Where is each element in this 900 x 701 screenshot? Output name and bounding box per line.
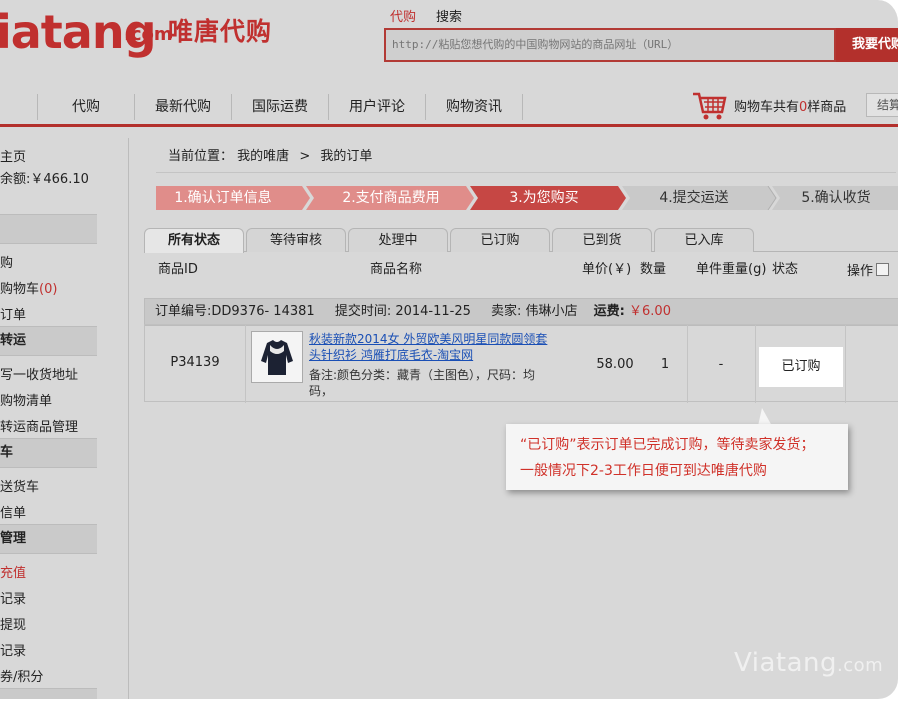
col-header-action: 操作 [847,264,874,279]
nav-underline [0,124,898,127]
cell-separator [245,325,246,403]
tab-ordered[interactable]: 已订购 [450,228,550,252]
sidebar-item-transfer-goods[interactable]: 转运商品管理 [0,416,78,435]
sidebar-item-delivery-car[interactable]: 送货车 [0,476,39,495]
logo-dotcom: .com [124,24,173,45]
order-status: 已订购 [759,347,843,387]
nav-item-latest[interactable]: 最新代购 [135,90,231,124]
product-name-link[interactable]: 秋装新款2014女 外贸欧美风明星同款圆领套头针织衫 鸿雁打底毛衣-淘宝网 [309,331,559,363]
col-header-price: 单价(￥) [582,262,632,277]
breadcrumb-label: 当前位置： [168,149,234,164]
col-header-qty: 数量 [640,262,667,277]
cart-text-suffix: 样商品 [807,100,847,115]
sidebar-item-record[interactable]: 记录 [0,588,26,607]
search-box [384,28,838,62]
search-tab-search[interactable]: 搜索 [436,6,462,25]
watermark-main: Viatang [734,648,837,678]
step-confirm-order: 1.确认订单信息 [174,190,272,206]
watermark: Viatang.com [734,648,883,678]
sidebar-item-recharge[interactable]: 充值 [0,562,26,581]
quantity: 1 [660,357,670,372]
col-header-status: 状态 [772,262,799,277]
nav-item-daigou[interactable]: 代购 [38,90,134,124]
cart-badge: (0) [39,282,58,297]
nav-separator [522,94,523,120]
order-seller[interactable]: 卖家: 伟琳小店 [475,304,578,319]
breadcrumb-my-orders[interactable]: 我的订单 [320,149,372,164]
callout-line-1: “已订购”表示订单已完成订购，等待卖家发货； [520,437,815,453]
sidebar-item-coupons[interactable]: 券/积分 [0,666,43,685]
tab-processing[interactable]: 处理中 [348,228,448,252]
screenshot-frame: iatang .com 唯唐代购 代购 搜索 我要代购 代购 最新代购 国际运费… [0,0,900,701]
search-input[interactable] [386,30,838,58]
search-button[interactable]: 我要代购 [836,28,898,62]
product-thumbnail[interactable] [251,331,303,383]
sidebar-item-buy[interactable]: 购 [0,252,13,271]
sidebar-item-withdraw[interactable]: 提现 [0,614,26,633]
cart-summary: 购物车共有0样商品 [734,96,846,115]
status-callout: “已订购”表示订单已完成订购，等待卖家发货； 一般情况下2-3工作日便可到达唯唐… [506,424,848,490]
nav-item-reviews[interactable]: 用户评论 [329,90,425,124]
col-header-weight: 单件重量(g) [696,262,767,277]
unit-price: 58.00 [596,357,634,372]
sidebar-item-shopping-list[interactable]: 购物清单 [0,390,52,409]
step-confirm-receipt: 5.确认收货 [801,190,871,206]
main-divider [128,138,129,699]
tab-all-status[interactable]: 所有状态 [144,228,244,253]
sidebar: 主页 余额:￥466.10 购 购物车(0) 订单 转运 写一收货地址 购物清单… [0,138,98,699]
col-header-id: 商品ID [158,262,198,277]
order-row: P34139 秋装新款2014女 外贸欧美风明星同款圆领套头针织衫 鸿雁打底毛衣… [144,324,898,403]
order-time: 提交时间: 2014-11-25 [334,304,471,319]
product-id: P34139 [170,355,220,370]
cell-separator [755,325,756,403]
cart-text-prefix: 购物车共有 [734,100,800,115]
sidebar-item-cart-label: 购物车 [0,282,40,297]
nav-item-news[interactable]: 购物资讯 [426,90,522,124]
breadcrumb-separator: > [299,149,311,164]
select-all-checkbox[interactable] [876,263,889,276]
step-purchase: 3.为您购买 [509,190,579,206]
step-pay: 2.支付商品费用 [342,190,440,206]
checkout-button[interactable]: 结算 [866,93,898,117]
sidebar-item-record-2[interactable]: 记录 [0,640,26,659]
order-header: 订单编号:DD9376- 14381 提交时间: 2014-11-25 卖家: … [144,298,898,326]
logo-chinese-name: 唯唐代购 [168,17,273,46]
product-remark: 备注:颜色分类：藏青（主图色），尺码：均码， [309,368,536,398]
shipping-label: 运费: [593,304,625,319]
shipping-value: ￥6.00 [629,304,671,319]
step-submit-shipping: 4.提交运送 [659,190,729,206]
sidebar-section-bottom [0,688,97,699]
sidebar-item-cart[interactable]: 购物车(0) [0,278,57,297]
tab-pending-review[interactable]: 等待审核 [246,228,346,252]
search-tab-daigou[interactable]: 代购 [390,6,416,25]
nav-item-shipping[interactable]: 国际运费 [232,90,328,124]
tab-arrived[interactable]: 已到货 [552,228,652,252]
col-header-name: 商品名称 [370,262,423,277]
unit-weight: - [718,357,724,372]
tab-stored[interactable]: 已入库 [654,228,754,252]
order-number: 订单编号:DD9376- 14381 [155,304,315,319]
sidebar-section-car: 车 [0,438,97,468]
breadcrumb: 当前位置： 我的唯唐 > 我的订单 [156,142,896,173]
sidebar-section-manage: 管理 [0,524,97,554]
sidebar-item-letter[interactable]: 信单 [0,502,26,521]
sidebar-home[interactable]: 主页 [0,146,26,165]
sidebar-balance: 余额:￥466.10 [0,172,89,187]
callout-line-2: 一般情况下2-3工作日便可到达唯唐代购 [520,463,767,479]
cell-separator [845,325,846,403]
sidebar-section-transfer: 转运 [0,326,97,356]
sidebar-section-header [0,214,97,244]
nav-item-home[interactable] [0,90,36,124]
shopping-cart-icon[interactable] [692,90,728,122]
watermark-suffix: .com [836,655,884,676]
breadcrumb-my-viatang[interactable]: 我的唯唐 [237,149,289,164]
sidebar-item-orders[interactable]: 订单 [0,304,26,323]
sidebar-item-address[interactable]: 写一收货地址 [0,364,78,383]
